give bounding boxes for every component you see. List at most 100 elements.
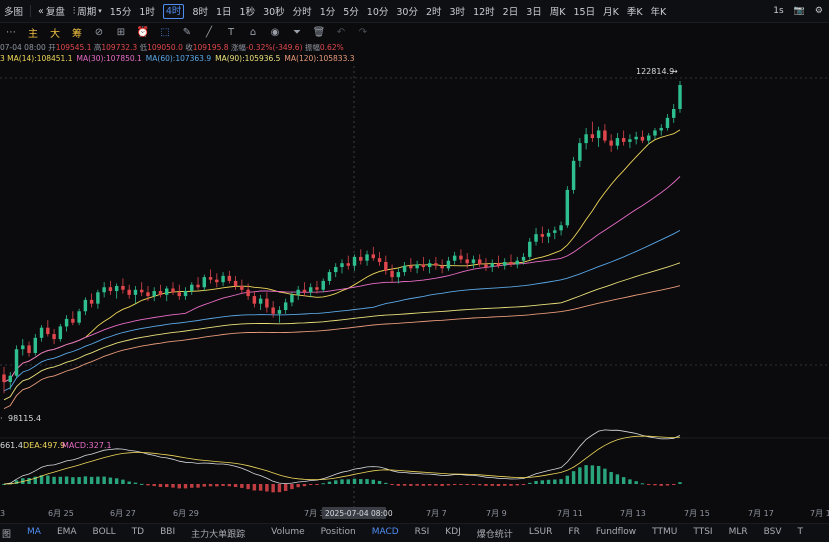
candle-body bbox=[58, 326, 63, 340]
candle-body bbox=[565, 189, 570, 226]
indicator-tab[interactable]: EMA bbox=[49, 527, 85, 540]
macd-bar bbox=[465, 484, 469, 485]
candle-body bbox=[603, 130, 607, 141]
candle-body bbox=[2, 374, 6, 383]
macd-bar bbox=[421, 484, 426, 486]
indicator-tab[interactable]: KDJ bbox=[437, 527, 469, 540]
macd-bar bbox=[603, 468, 607, 484]
candle-body bbox=[621, 138, 626, 142]
ma-line-ma90 bbox=[3, 262, 681, 401]
macd-bar bbox=[96, 476, 100, 484]
indicator-tab[interactable]: TTSI bbox=[685, 527, 720, 540]
candle-body bbox=[678, 84, 682, 109]
macd-bar bbox=[534, 481, 538, 484]
indicator-tab[interactable]: TTMU bbox=[644, 527, 685, 540]
macd-bar bbox=[352, 478, 357, 484]
indicator-tab[interactable]: LSUR bbox=[521, 527, 561, 540]
indicator-tab[interactable]: FR bbox=[560, 527, 587, 540]
macd-dea: DEA:497.9 bbox=[23, 441, 65, 450]
macd-bar bbox=[377, 480, 382, 484]
x-tick-label: 7月 13 bbox=[620, 509, 646, 518]
candle-body bbox=[246, 289, 250, 297]
bottom-left-label[interactable]: 图 bbox=[0, 527, 19, 540]
macd-bar bbox=[521, 484, 526, 485]
candle-body bbox=[590, 134, 595, 139]
macd-bar bbox=[340, 479, 344, 484]
indicator-tab[interactable]: 爆仓统计 bbox=[469, 527, 521, 540]
macd-bar bbox=[646, 484, 651, 485]
indicator-tab[interactable]: 主力大单跟踪 bbox=[183, 527, 253, 540]
x-tick-label: 7月 9 bbox=[486, 509, 507, 518]
macd-bar bbox=[434, 484, 438, 486]
macd-bar bbox=[609, 472, 613, 484]
macd-bar bbox=[283, 484, 288, 491]
indicator-tab[interactable]: Volume bbox=[263, 527, 312, 540]
indicator-tab[interactable]: MACD bbox=[364, 527, 407, 540]
candle-body bbox=[296, 289, 300, 295]
candlestick-chart[interactable]: 122814.9 → 98115.4 · 661.4 DEA:497.9 MAC… bbox=[0, 0, 829, 523]
macd-info: 661.4 DEA:497.9 MACD:327.1 bbox=[0, 441, 112, 450]
macd-bar bbox=[672, 484, 676, 485]
macd-bar bbox=[665, 484, 670, 486]
macd-bar bbox=[334, 480, 338, 484]
candle-body bbox=[240, 285, 244, 290]
macd-bar bbox=[640, 483, 645, 485]
candle-body bbox=[315, 287, 319, 290]
macd-bar bbox=[139, 483, 144, 485]
macd-bar bbox=[202, 484, 207, 487]
candle-body bbox=[308, 287, 313, 293]
macd-bar bbox=[208, 484, 213, 487]
macd-bar bbox=[315, 484, 319, 485]
indicator-tab[interactable]: Position bbox=[313, 527, 364, 540]
indicator-tab[interactable]: BOLL bbox=[85, 527, 124, 540]
indicator-tab[interactable]: RSI bbox=[407, 527, 438, 540]
macd-bar bbox=[559, 479, 563, 484]
candle-body bbox=[371, 254, 376, 259]
candle-body bbox=[265, 298, 269, 308]
macd-bar bbox=[446, 484, 451, 486]
candle-body bbox=[133, 289, 138, 295]
indicator-tab[interactable]: BBI bbox=[152, 527, 183, 540]
candle-body bbox=[77, 311, 81, 323]
macd-bar bbox=[565, 475, 570, 484]
candle-body bbox=[484, 264, 488, 268]
indicator-tab[interactable]: BSV bbox=[756, 527, 790, 540]
macd-bar bbox=[321, 483, 325, 485]
candle-body bbox=[578, 143, 582, 161]
macd-bar bbox=[515, 484, 519, 486]
indicator-tab[interactable]: MA bbox=[19, 527, 49, 540]
macd-bar bbox=[477, 484, 482, 486]
candle-body bbox=[496, 263, 501, 266]
high-price-arrow: → bbox=[671, 67, 678, 76]
macd-bar bbox=[27, 478, 31, 484]
indicator-tab[interactable]: T bbox=[790, 527, 812, 540]
candle-body bbox=[64, 318, 69, 327]
indicator-tab[interactable]: TD bbox=[124, 527, 152, 540]
candle-body bbox=[21, 345, 25, 350]
indicator-tab[interactable]: MLR bbox=[721, 527, 756, 540]
candle-body bbox=[659, 127, 663, 131]
candle-body bbox=[421, 264, 426, 268]
macd-bar bbox=[114, 478, 119, 484]
macd-bar bbox=[415, 484, 419, 486]
macd-bar bbox=[196, 484, 200, 488]
candle-body bbox=[258, 298, 263, 304]
candle-body bbox=[653, 130, 657, 136]
x-tick-label: 7月 11 bbox=[557, 509, 583, 518]
macd-dif: 661.4 bbox=[0, 441, 23, 450]
macd-bar bbox=[546, 479, 551, 484]
macd-panel bbox=[2, 429, 682, 493]
indicator-tab[interactable]: Fundflow bbox=[588, 527, 644, 540]
candle-body bbox=[52, 334, 56, 340]
macd-bar bbox=[503, 484, 507, 486]
macd-bar bbox=[83, 476, 88, 484]
macd-bar bbox=[471, 484, 476, 485]
macd-bar bbox=[190, 484, 194, 488]
ma-line-ma14 bbox=[3, 129, 681, 383]
candle-body bbox=[434, 263, 438, 266]
candle-body bbox=[459, 255, 463, 260]
macd-bar bbox=[678, 482, 682, 484]
macd-bar bbox=[409, 484, 413, 486]
x-tick-label: 7月 3 bbox=[304, 509, 325, 518]
macd-bar bbox=[490, 484, 494, 486]
